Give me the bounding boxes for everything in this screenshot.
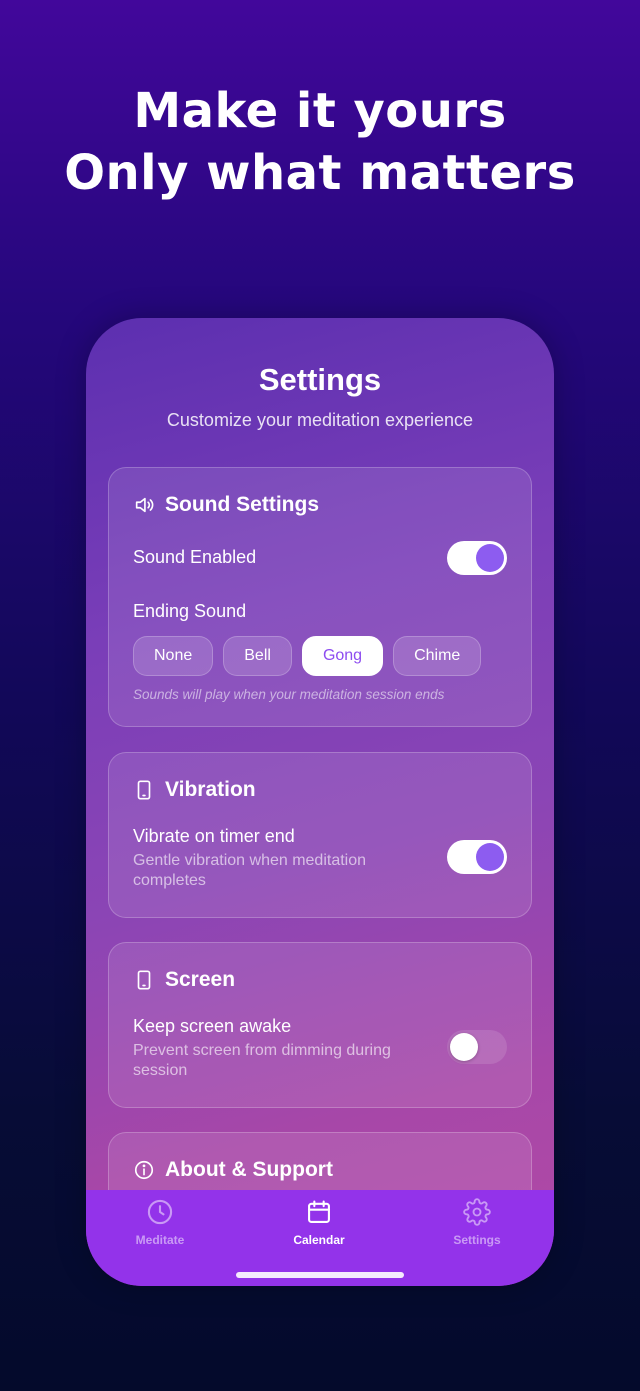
sound-option-none[interactable]: None <box>133 636 214 676</box>
keep-awake-description: Prevent screen from dimming during sessi… <box>133 1042 391 1079</box>
tab-calendar-label: Calendar <box>293 1233 345 1247</box>
toggle-knob <box>476 843 504 871</box>
vibration-header: Vibration <box>133 777 256 803</box>
clock-icon <box>146 1198 174 1229</box>
sound-option-gong[interactable]: Gong <box>301 636 384 676</box>
tab-calendar[interactable]: Calendar <box>259 1198 379 1247</box>
keep-awake-label: Keep screen awake <box>133 1016 292 1036</box>
ending-sound-options: None Bell Gong Chime <box>133 636 482 676</box>
sound-enabled-toggle[interactable] <box>447 541 507 575</box>
headline-line-2: Only what matters <box>64 145 576 201</box>
page-subtitle: Customize your meditation experience <box>166 410 474 430</box>
headline-line-1: Make it yours <box>133 83 507 139</box>
marketing-headline: Make it yours Only what matters <box>0 80 640 204</box>
sound-settings-card: Sound Settings Sound Enabled Ending Soun… <box>108 467 532 727</box>
keep-awake-toggle[interactable] <box>447 1030 507 1064</box>
vibration-card: Vibration Vibrate on timer end Gentle vi… <box>108 752 532 918</box>
vibration-title: Vibration <box>165 778 256 801</box>
toggle-knob <box>450 1033 478 1061</box>
sound-option-chime[interactable]: Chime <box>393 636 482 676</box>
tab-settings-label: Settings <box>453 1233 501 1247</box>
screen-header: Screen <box>133 967 235 993</box>
ending-sound-label: Ending Sound <box>133 601 247 621</box>
sound-enabled-label: Sound Enabled <box>133 547 257 567</box>
sound-option-bell[interactable]: Bell <box>223 636 292 676</box>
vibrate-description: Gentle vibration when meditation complet… <box>133 852 367 889</box>
about-support-title: About & Support <box>165 1158 333 1181</box>
phone-icon <box>133 969 155 991</box>
vibrate-toggle[interactable] <box>447 840 507 874</box>
sound-settings-header: Sound Settings <box>133 492 319 518</box>
vibrate-label: Vibrate on timer end <box>133 826 295 846</box>
calendar-icon <box>305 1198 333 1229</box>
screen-card: Screen Keep screen awake Prevent screen … <box>108 942 532 1108</box>
speaker-icon <box>133 494 155 516</box>
tab-meditate[interactable]: Meditate <box>100 1198 220 1247</box>
phone-icon <box>133 779 155 801</box>
page-title: Settings <box>258 362 382 397</box>
tab-settings[interactable]: Settings <box>417 1198 537 1247</box>
sound-settings-title: Sound Settings <box>165 493 319 516</box>
sound-hint: Sounds will play when your meditation se… <box>133 687 445 702</box>
screen-title: Screen <box>165 968 236 991</box>
toggle-knob <box>476 544 504 572</box>
tab-meditate-label: Meditate <box>135 1233 185 1247</box>
info-icon <box>133 1159 155 1181</box>
gear-icon <box>463 1198 491 1229</box>
about-support-header: About & Support <box>133 1157 333 1183</box>
phone-screen: Settings Customize your meditation exper… <box>86 318 554 1286</box>
home-indicator <box>236 1272 404 1278</box>
